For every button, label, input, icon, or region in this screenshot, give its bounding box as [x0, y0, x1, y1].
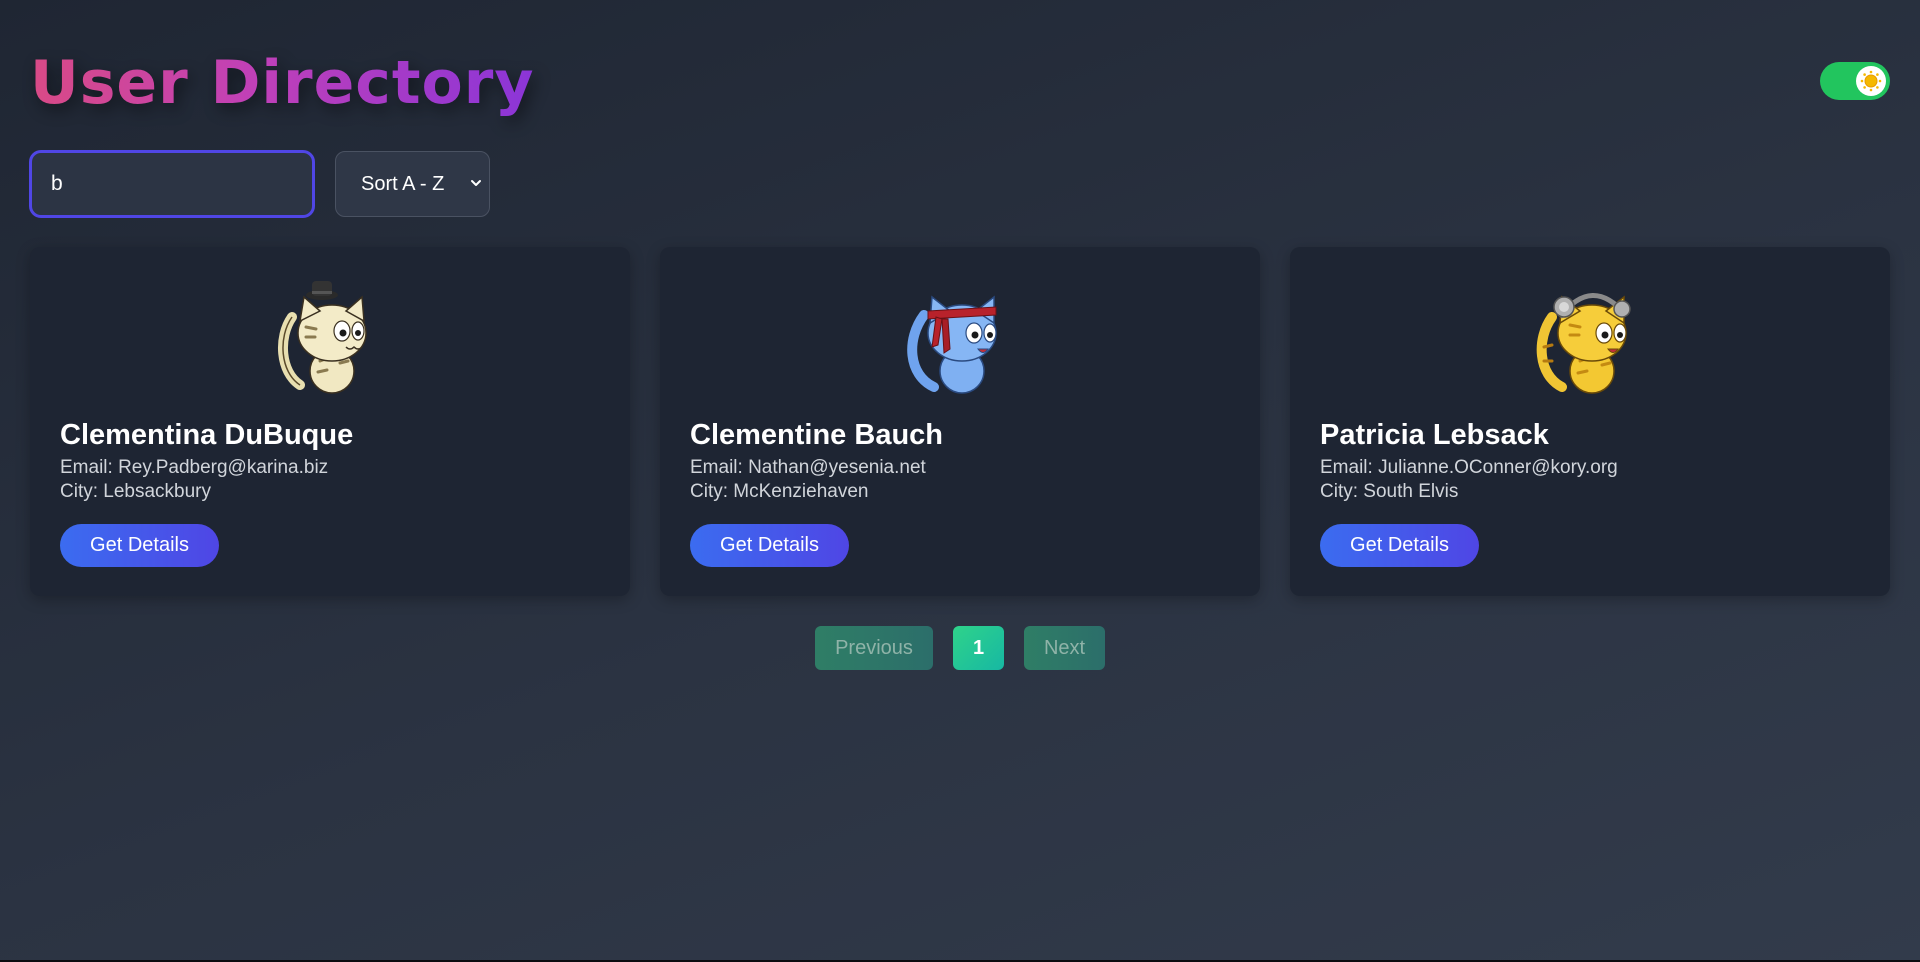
chevron-down-icon [471, 180, 481, 186]
user-city: City: Lebsackbury [60, 481, 212, 502]
page-number-button[interactable]: 1 [953, 626, 1004, 670]
user-name: Clementina DuBuque [60, 419, 354, 451]
user-card: Clementine Bauch Email: Nathan@yesenia.n… [660, 247, 1260, 596]
theme-toggle-knob [1856, 66, 1886, 96]
get-details-button[interactable]: Get Details [60, 524, 219, 567]
get-details-button[interactable]: Get Details [690, 524, 849, 567]
previous-page-button[interactable]: Previous [815, 626, 933, 670]
user-card: Clementina DuBuque Email: Rey.Padberg@ka… [30, 247, 630, 596]
user-city: City: McKenziehaven [690, 481, 869, 502]
next-page-button[interactable]: Next [1024, 626, 1105, 670]
get-details-button[interactable]: Get Details [1320, 524, 1479, 567]
sort-select-value: Sort A - Z [361, 172, 445, 195]
page-title: User Directory [30, 48, 535, 118]
user-email: Email: Nathan@yesenia.net [690, 457, 926, 478]
user-name: Clementine Bauch [690, 419, 943, 451]
user-email: Email: Rey.Padberg@karina.biz [60, 457, 329, 478]
sort-select[interactable]: Sort A - Z [335, 151, 490, 217]
cat-with-hat-avatar [278, 281, 367, 394]
pagination: Previous 1 Next [0, 626, 1920, 670]
search-input[interactable] [29, 150, 315, 218]
theme-toggle[interactable] [1820, 62, 1890, 100]
user-name: Patricia Lebsack [1320, 419, 1549, 451]
sun-icon [1860, 70, 1882, 92]
cat-with-headband-avatar [907, 295, 997, 394]
user-city: City: South Elvis [1320, 481, 1459, 502]
user-email: Email: Julianne.OConner@kory.org [1320, 457, 1618, 478]
cat-with-headphones-avatar [1536, 293, 1631, 394]
user-card: Patricia Lebsack Email: Julianne.OConner… [1290, 247, 1890, 596]
